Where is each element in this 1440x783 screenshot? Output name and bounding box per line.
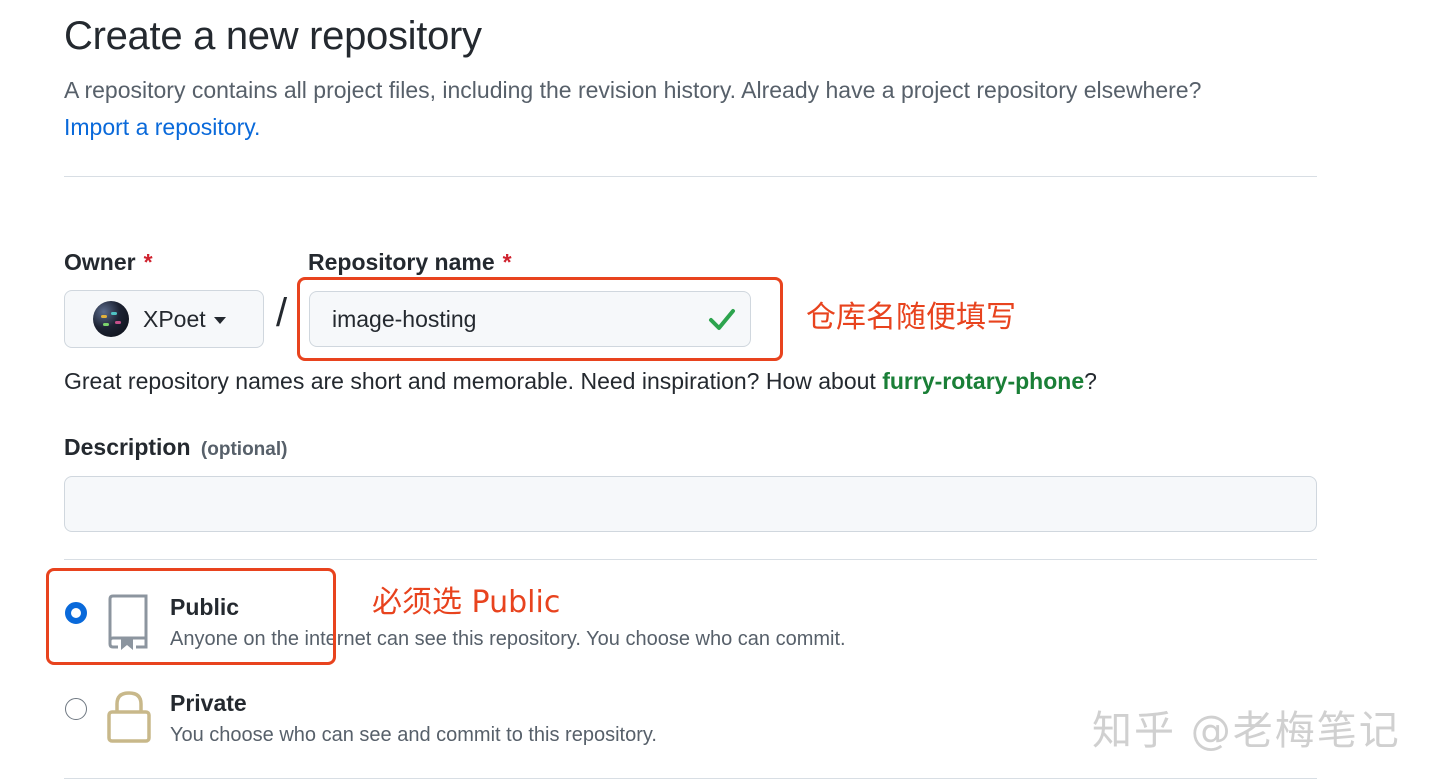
description-label-text: Description	[64, 434, 191, 460]
private-radio[interactable]	[65, 698, 87, 720]
section-divider	[64, 176, 1317, 177]
chevron-down-icon	[213, 316, 226, 324]
repo-name-annotation: 仓库名随便填写	[806, 300, 1016, 335]
owner-required-mark: *	[143, 249, 153, 275]
repo-icon	[108, 594, 148, 650]
lock-icon	[107, 691, 151, 743]
name-hint: Great repository names are short and mem…	[64, 368, 1097, 395]
description-label: Description (optional)	[64, 434, 287, 461]
public-radio[interactable]	[65, 602, 87, 624]
page-title: Create a new repository	[64, 14, 482, 58]
owner-label-text: Owner	[64, 249, 136, 275]
owner-name: XPoet	[143, 305, 206, 332]
owner-label: Owner *	[64, 249, 153, 276]
description-optional-label: (optional)	[200, 439, 288, 460]
name-suggestion[interactable]: furry-rotary-phone	[882, 368, 1084, 394]
section-divider	[64, 778, 1317, 779]
repository-name-label: Repository name *	[308, 249, 512, 276]
owner-repo-separator: /	[276, 291, 288, 335]
import-repository-link[interactable]: Import a repository.	[64, 114, 260, 140]
public-annotation: 必须选 Public	[372, 585, 561, 620]
repository-name-input[interactable]	[309, 291, 751, 347]
public-option-title: Public	[170, 594, 240, 620]
name-hint-suffix: ?	[1084, 368, 1097, 394]
section-divider	[64, 559, 1317, 560]
avatar	[93, 301, 129, 337]
public-option-description: Anyone on the internet can see this repo…	[170, 628, 846, 650]
intro-text: A repository contains all project files,…	[64, 72, 1264, 146]
owner-dropdown[interactable]: XPoet	[64, 290, 264, 348]
intro-description: A repository contains all project files,…	[64, 77, 1202, 103]
description-input[interactable]	[64, 476, 1317, 532]
private-option-description: You choose who can see and commit to thi…	[170, 724, 657, 746]
name-hint-text: Great repository names are short and mem…	[64, 368, 876, 394]
private-option-title: Private	[170, 690, 247, 716]
repository-name-required-mark: *	[502, 249, 512, 275]
check-icon	[709, 309, 735, 330]
repository-name-label-text: Repository name	[308, 249, 495, 275]
watermark: 知乎 @老梅笔记	[1092, 708, 1401, 754]
